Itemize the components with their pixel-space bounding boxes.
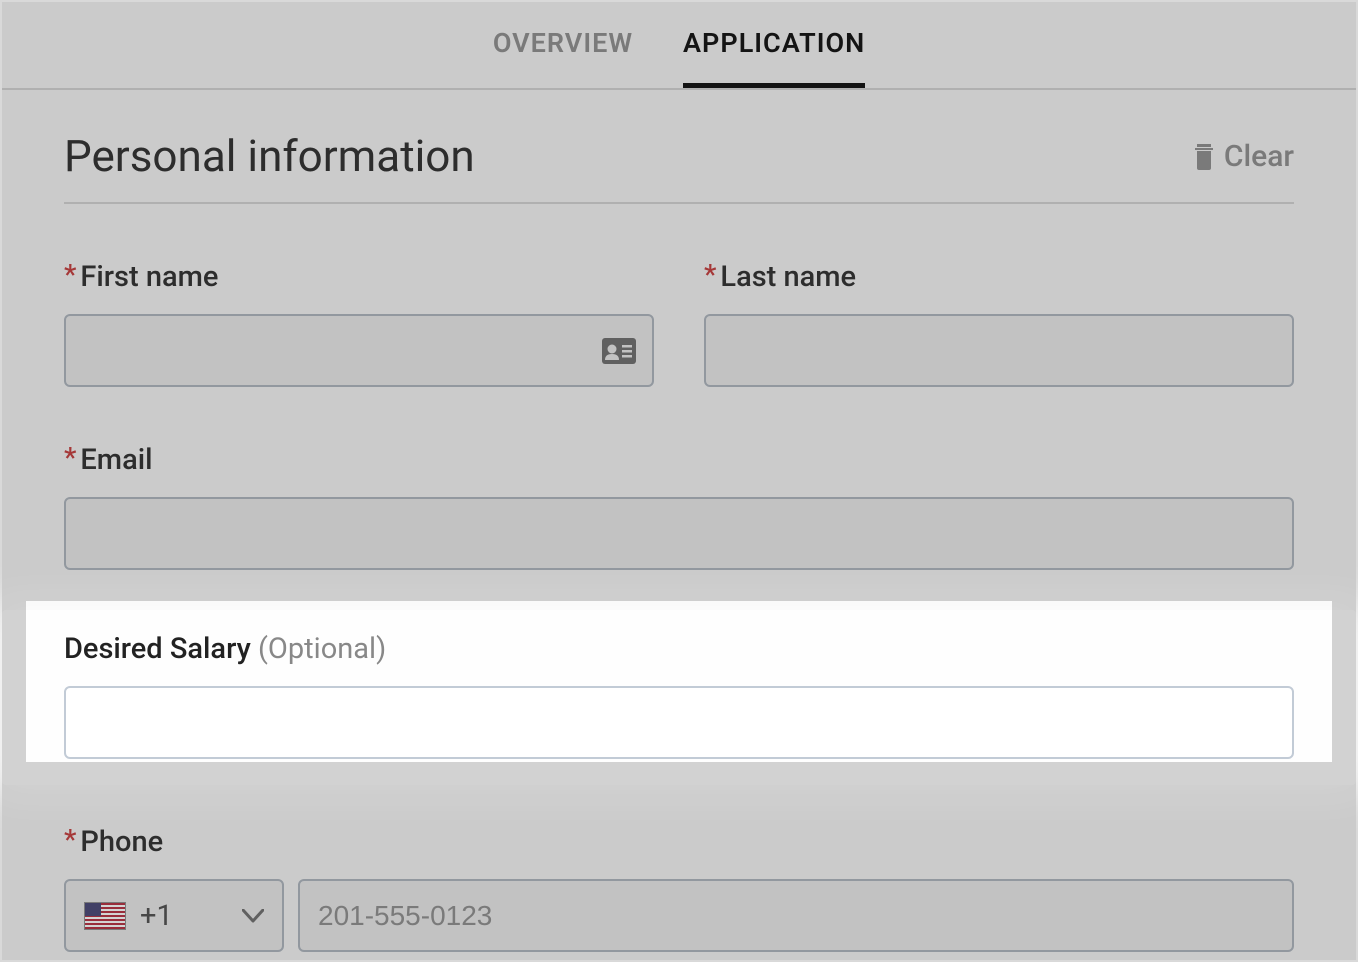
last-name-label: *Last name [704, 260, 1294, 294]
clear-label: Clear [1224, 139, 1294, 174]
id-card-icon [602, 338, 636, 364]
email-label: *Email [64, 443, 1294, 477]
optional-text: (Optional) [258, 632, 386, 666]
clear-button[interactable]: Clear [1192, 139, 1294, 174]
field-desired-salary: Desired Salary (Optional) [64, 632, 1294, 759]
row-email: *Email [64, 443, 1294, 570]
country-code-select[interactable]: +1 [64, 879, 284, 952]
email-input[interactable] [64, 497, 1294, 570]
section-header: Personal information Clear [64, 130, 1294, 204]
field-first-name: *First name [64, 260, 654, 387]
first-name-input-wrapper [64, 314, 654, 387]
country-code-text: +1 [140, 899, 228, 933]
required-asterisk: * [64, 258, 76, 291]
last-name-label-text: Last name [720, 260, 856, 294]
tab-overview[interactable]: OVERVIEW [493, 2, 633, 88]
required-asterisk: * [64, 441, 76, 474]
required-asterisk: * [704, 258, 716, 291]
required-asterisk: * [64, 823, 76, 856]
phone-label: *Phone [64, 825, 1294, 859]
phone-input[interactable] [298, 879, 1294, 952]
desired-salary-label-text: Desired Salary [64, 632, 251, 666]
trash-icon [1192, 142, 1216, 170]
desired-salary-label: Desired Salary (Optional) [64, 632, 1294, 666]
email-label-text: Email [80, 443, 152, 477]
tabs: OVERVIEW APPLICATION [2, 2, 1356, 90]
first-name-input[interactable] [64, 314, 654, 387]
phone-input-row: +1 [64, 879, 1294, 952]
highlighted-desired-salary: Desired Salary (Optional) [2, 610, 1356, 785]
first-name-label: *First name [64, 260, 654, 294]
us-flag-icon [84, 902, 126, 930]
first-name-label-text: First name [80, 260, 218, 294]
phone-label-text: Phone [80, 825, 163, 859]
last-name-input[interactable] [704, 314, 1294, 387]
field-email: *Email [64, 443, 1294, 570]
page-title: Personal information [64, 130, 475, 182]
row-phone: *Phone +1 [64, 825, 1294, 952]
desired-salary-input[interactable] [64, 686, 1294, 759]
form-content: Personal information Clear *First name [2, 90, 1356, 952]
application-form-wrapper: OVERVIEW APPLICATION Personal informatio… [0, 0, 1358, 962]
field-phone: *Phone +1 [64, 825, 1294, 952]
tab-application[interactable]: APPLICATION [683, 2, 865, 88]
chevron-down-icon [242, 909, 264, 923]
field-last-name: *Last name [704, 260, 1294, 387]
row-name: *First name *Last name [64, 260, 1294, 387]
